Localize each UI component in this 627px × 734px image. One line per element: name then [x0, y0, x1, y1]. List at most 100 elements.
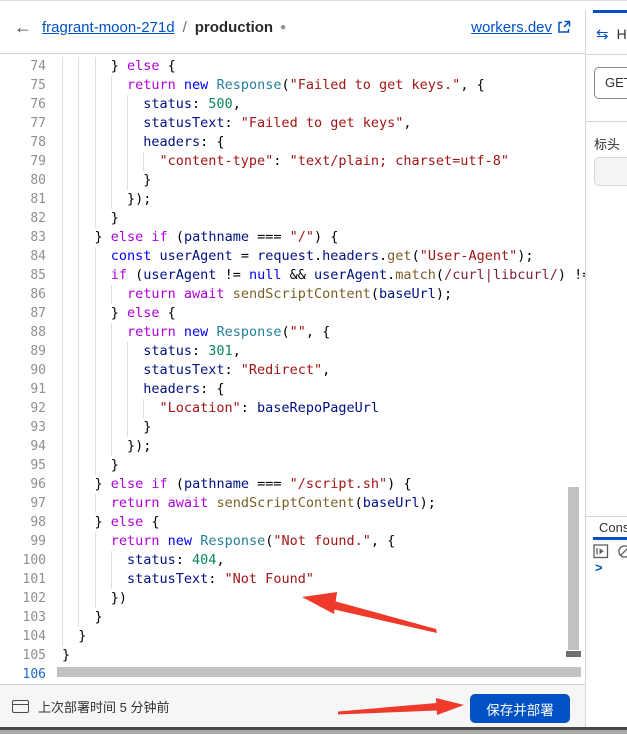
code-line[interactable]: });: [62, 190, 585, 209]
workers-editor-app: ← fragrant-moon-271d / production ● work…: [0, 0, 627, 734]
indent-guide: [94, 380, 111, 399]
code-line[interactable]: }: [62, 418, 585, 437]
indent-guide: [62, 380, 78, 399]
code-line[interactable]: const userAgent = request.headers.get("U…: [62, 247, 585, 266]
indent-guide: [78, 323, 94, 342]
code-token: (: [127, 267, 144, 283]
http-method-select[interactable]: GET: [594, 67, 627, 99]
code-line[interactable]: status: 301,: [62, 342, 585, 361]
code-line[interactable]: return await sendScriptContent(baseUrl);: [62, 494, 585, 513]
line-number: 97: [30, 496, 46, 511]
line-number: 77: [30, 116, 46, 131]
console-prompt[interactable]: >: [595, 560, 603, 575]
code-line[interactable]: }: [62, 456, 585, 475]
code-token: userAgent: [143, 267, 217, 283]
code-line[interactable]: headers: {: [62, 380, 585, 399]
code-line[interactable]: } else if (pathname === "/script.sh") {: [62, 475, 585, 494]
indent-guide: [62, 95, 78, 114]
code-line[interactable]: }: [62, 608, 585, 627]
indent-guide: [110, 342, 127, 361]
workers-dev-link[interactable]: workers.dev: [471, 19, 571, 36]
code-line[interactable]: headers: {: [62, 133, 585, 152]
code-line[interactable]: "content-type": "text/plain; charset=utf…: [62, 152, 585, 171]
indent-guide: [62, 304, 78, 323]
header-name-input[interactable]: [594, 157, 627, 186]
code-line[interactable]: status: 404,: [62, 551, 585, 570]
indent-guide: [62, 190, 78, 209]
indent-guide: [62, 608, 78, 627]
horizontal-scrollbar-thumb[interactable]: [57, 667, 581, 677]
code-token: });: [127, 191, 152, 207]
run-request-icon[interactable]: [593, 544, 609, 559]
code-token: );: [435, 286, 453, 302]
indent-guide: [110, 551, 127, 570]
code-line[interactable]: } else if (pathname === "/") {: [62, 228, 585, 247]
code-line[interactable]: "Location": baseRepoPageUrl: [62, 399, 585, 418]
code-token: : {: [200, 134, 225, 150]
code-line[interactable]: status: 500,: [62, 95, 585, 114]
line-number: 84: [30, 249, 46, 264]
code-line[interactable]: return await sendScriptContent(baseUrl);: [62, 285, 585, 304]
code-line[interactable]: return new Response("", {: [62, 323, 585, 342]
code-token: }: [110, 58, 128, 74]
indent-guide: [94, 209, 111, 228]
code-token: request: [257, 248, 314, 264]
code-token: "Redirect": [240, 362, 323, 378]
code-token: /curl|libcurl/: [444, 267, 558, 283]
code-line[interactable]: if (userAgent != null && userAgent.match…: [62, 266, 585, 285]
code-area[interactable]: } else {return new Response("Failed to g…: [62, 57, 585, 684]
code-token: "/": [289, 229, 315, 245]
indent-guide: [94, 114, 111, 133]
indent-guide: [62, 57, 78, 76]
indent-guide: [78, 342, 94, 361]
code-token: "text/plain; charset=utf-8": [289, 153, 510, 169]
indent-guide: [143, 152, 159, 171]
console-tab-active-indicator: [593, 537, 627, 540]
code-line[interactable]: }: [62, 646, 585, 665]
code-line[interactable]: statusText: "Failed to get keys",: [62, 114, 585, 133]
code-line[interactable]: }): [62, 589, 585, 608]
indent-guide: [62, 323, 78, 342]
breadcrumb-worker-link[interactable]: fragrant-moon-271d: [42, 19, 175, 36]
code-token: "": [289, 324, 306, 340]
code-line[interactable]: return new Response("Failed to get keys.…: [62, 76, 585, 95]
back-arrow-icon[interactable]: ←: [14, 18, 32, 36]
tab-console[interactable]: Console: [599, 520, 627, 535]
indent-guide: [110, 437, 127, 456]
indent-guide: [143, 399, 159, 418]
code-token: new: [183, 324, 209, 340]
code-token: statusText: [127, 571, 209, 587]
code-token: sendScriptContent: [216, 495, 355, 511]
code-line[interactable]: }: [62, 209, 585, 228]
code-token: :: [273, 153, 290, 169]
code-token: userAgent: [313, 267, 388, 283]
code-line[interactable]: }: [62, 627, 585, 646]
code-line[interactable]: }: [62, 171, 585, 190]
tab-http[interactable]: ⇆ HTTP: [586, 13, 627, 54]
code-token: headers: [322, 248, 380, 264]
indent-guide: [78, 437, 94, 456]
code-line[interactable]: statusText: "Not Found": [62, 570, 585, 589]
line-number: 94: [30, 439, 46, 454]
code-line[interactable]: } else {: [62, 513, 585, 532]
code-line[interactable]: statusText: "Redirect",: [62, 361, 585, 380]
indent-guide: [62, 171, 78, 190]
save-and-deploy-button[interactable]: 保存并部署: [470, 694, 570, 723]
code-token: ,: [322, 362, 331, 378]
code-editor[interactable]: 74 75 76 77 78 79 80 81 82 83 84 85 86 87 88 89 90 91 92 93…: [0, 55, 585, 684]
code-line[interactable]: return new Response("Not found.", {: [62, 532, 585, 551]
indent-guide: [78, 304, 94, 323]
vertical-scrollbar-thumb[interactable]: [568, 487, 579, 650]
code-line[interactable]: });: [62, 437, 585, 456]
code-token: if: [110, 267, 128, 283]
clear-console-icon[interactable]: [617, 544, 627, 559]
indent-guide: [62, 114, 78, 133]
code-line[interactable]: } else {: [62, 57, 585, 76]
indent-guide: [110, 380, 127, 399]
panel-divider: [586, 54, 627, 55]
code-line[interactable]: } else {: [62, 304, 585, 323]
line-number: 79: [30, 154, 46, 169]
